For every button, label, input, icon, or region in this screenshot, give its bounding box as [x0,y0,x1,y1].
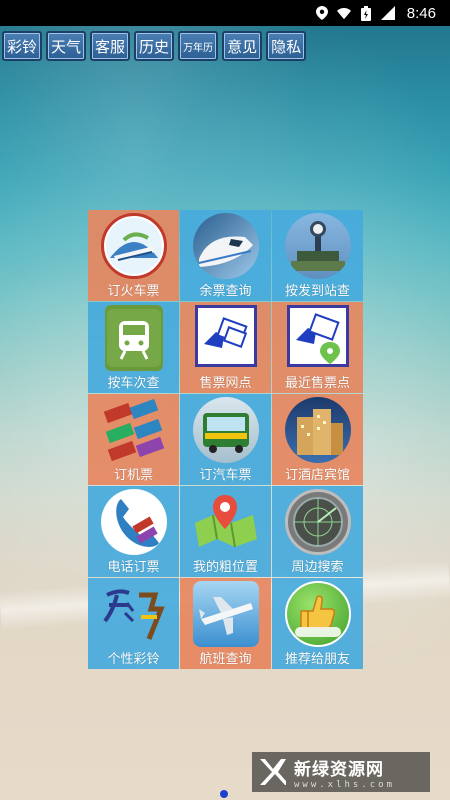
grid-item-label: 我的粗位置 [192,560,258,575]
grid-item-flight-query[interactable]: 航班查询 [180,578,271,669]
grid-item-label: 余票查询 [199,284,252,299]
grid-item-label: 订汽车票 [199,468,252,483]
grid-item-book-flight[interactable]: 订机票 [88,394,179,485]
grid-item-phone-booking[interactable]: 电话订票 [88,486,179,577]
nearest-office-icon [286,305,349,367]
bullet-train-icon [192,213,259,279]
watermark-subtitle: www.xlhs.com [294,779,396,790]
function-grid: 订火车票 余票查询 按发到站查 按车次查 售票网点 最近售票点 订机票 订汽车票… [88,210,364,669]
radar-icon [284,489,351,555]
grid-item-remaining-tickets[interactable]: 余票查询 [180,210,271,301]
grid-item-label: 售票网点 [199,376,252,391]
grid-item-book-bus[interactable]: 订汽车票 [180,394,271,485]
station-icon [284,213,351,279]
grid-item-recommend[interactable]: 推荐给朋友 [272,578,363,669]
grid-item-label: 航班查询 [199,652,252,667]
grid-item-label: 订酒店宾馆 [284,468,350,483]
hotel-icon [284,397,351,463]
grid-item-book-hotel[interactable]: 订酒店宾馆 [272,394,363,485]
battery-icon [359,5,373,21]
grid-item-my-location[interactable]: 我的粗位置 [180,486,271,577]
clock: 8:46 [406,4,436,22]
map-pin-icon [191,489,261,555]
grid-item-ticket-offices[interactable]: 售票网点 [180,302,271,393]
grid-item-label: 周边搜索 [291,560,344,575]
grid-item-by-train-number[interactable]: 按车次查 [88,302,179,393]
location-icon [315,6,329,20]
grid-item-label: 订机票 [113,468,153,483]
grid-item-label: 推荐给朋友 [284,652,350,667]
phone-icon [100,489,167,555]
train-ticket-icon [100,213,167,279]
tab-weather[interactable]: 天气 [46,31,87,61]
tab-feedback[interactable]: 意见 [222,31,263,61]
grid-item-ringtone[interactable]: 个性彩铃 [88,578,179,669]
bus-icon [192,397,259,463]
train-number-icon [104,305,163,371]
grid-item-label: 电话订票 [107,560,160,575]
ticket-office-icon [194,305,257,367]
grid-item-label: 订火车票 [107,284,160,299]
grid-item-by-station[interactable]: 按发到站查 [272,210,363,301]
airplane-icon [192,581,259,647]
air-ticket-icon [99,397,169,463]
signal-icon [380,6,395,20]
grid-item-label: 按发到站查 [284,284,350,299]
grid-item-label: 按车次查 [107,376,160,391]
page-indicator-dot [220,790,228,798]
status-bar: 8:46 [0,0,450,26]
grid-item-book-train[interactable]: 订火车票 [88,210,179,301]
watermark-title: 新绿资源网 [294,759,384,780]
grid-item-nearby-search[interactable]: 周边搜索 [272,486,363,577]
grid-item-nearest-office[interactable]: 最近售票点 [272,302,363,393]
ringtone-icon [99,581,169,647]
wifi-icon [336,6,351,20]
tab-ringtone[interactable]: 彩铃 [2,31,43,61]
thumbs-up-icon [284,581,351,647]
grid-item-label: 最近售票点 [284,376,350,391]
tab-privacy[interactable]: 隐私 [266,31,307,61]
top-tab-bar: 彩铃 天气 客服 历史 万年历 意见 隐私 [2,31,307,61]
watermark-logo-icon [260,759,286,785]
grid-item-label: 个性彩铃 [107,652,160,667]
watermark: 新绿资源网 www.xlhs.com [252,752,430,792]
tab-service[interactable]: 客服 [90,31,131,61]
tab-history[interactable]: 历史 [134,31,175,61]
tab-calendar[interactable]: 万年历 [178,31,219,61]
